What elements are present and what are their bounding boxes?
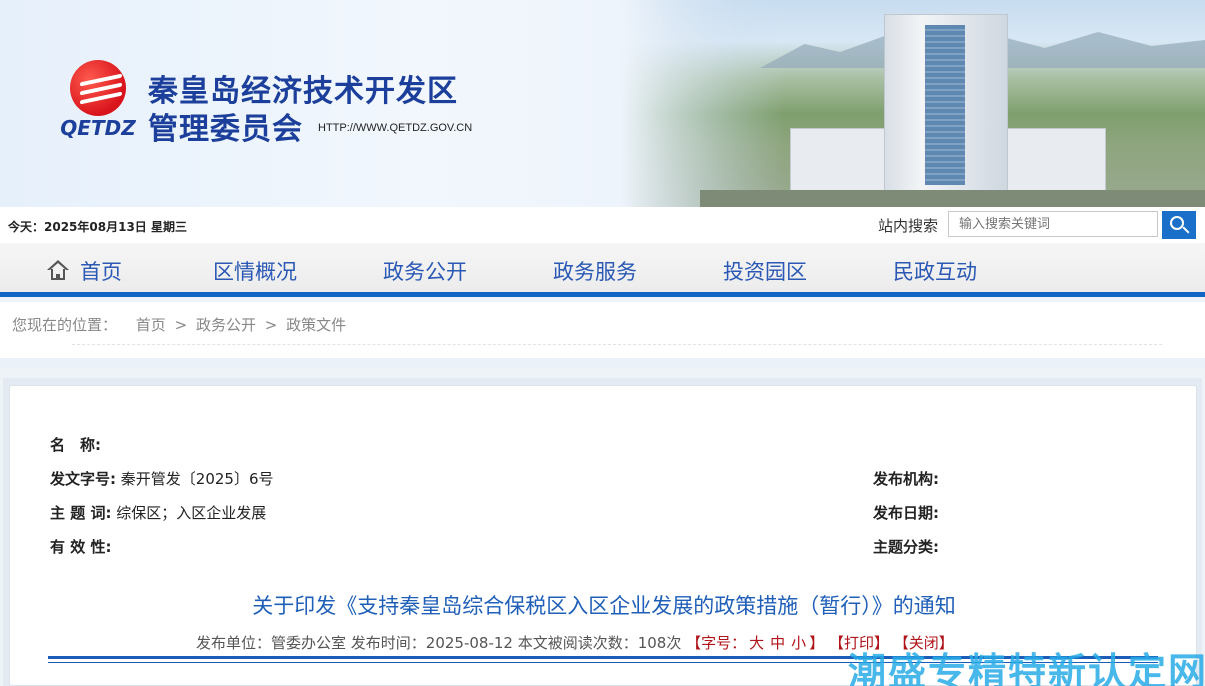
meta-validity-label: 有 效 性: — [50, 538, 112, 556]
search-label: 站内搜索 — [878, 217, 939, 235]
meta-validity: 有 效 性: — [50, 536, 111, 557]
nav-item-gov-services[interactable]: 政务服务 — [553, 256, 637, 286]
font-size-label: 【字号： — [686, 634, 747, 652]
font-size-small[interactable]: 小 — [791, 634, 806, 652]
home-icon[interactable] — [47, 260, 69, 280]
font-size-close: 】 — [809, 634, 825, 652]
meta-docno-label: 发文字号: — [50, 470, 116, 488]
breadcrumb-divider — [72, 344, 1162, 345]
section-gap — [0, 358, 1205, 368]
publish-meta: 发布单位：管委办公室 发布时间：2025-08-12 本文被阅读次数：108次 — [196, 634, 682, 652]
breadcrumb-separator: > — [264, 316, 278, 334]
meta-name: 名 称: — [50, 434, 101, 455]
font-size-large[interactable]: 大 — [749, 634, 764, 652]
meta-date-label: 发布日期: — [873, 504, 939, 522]
nav-item-investment[interactable]: 投资园区 — [723, 256, 807, 286]
meta-keywords-label: 主 题 词: — [50, 504, 112, 522]
site-url: HTTP://WWW.QETDZ.GOV.CN — [318, 122, 473, 134]
nav-item-interaction[interactable]: 民政互动 — [893, 256, 977, 286]
building-tower — [884, 14, 1008, 194]
meta-name-label: 名 称: — [50, 436, 101, 454]
meta-agency-label: 发布机构: — [873, 470, 939, 488]
content-area: 名 称: 发文字号: 秦开管发〔2025〕6号 主 题 词: 综保区；入区企业发… — [3, 378, 1202, 686]
document-title: 关于印发《支持秦皇岛综合保税区入区企业发展的政策措施（暂行）》的通知 — [252, 594, 956, 618]
search-input[interactable] — [948, 211, 1158, 237]
breadcrumb-lead: 您现在的位置： — [12, 316, 118, 334]
header-banner: QETDZ 秦皇岛经济技术开发区 管理委员会 HTTP://WWW.QETDZ.… — [0, 0, 1205, 207]
building-wing-right — [1006, 128, 1106, 194]
meta-category-label: 主题分类: — [873, 538, 939, 556]
breadcrumb-bar: 您现在的位置： 首页 > 政务公开 > 政策文件 — [0, 302, 1205, 368]
breadcrumb: 您现在的位置： 首页 > 政务公开 > 政策文件 — [12, 314, 350, 335]
nav-item-home[interactable]: 首页 — [80, 256, 122, 286]
logo-text: QETDZ — [60, 116, 136, 140]
search-button[interactable] — [1162, 211, 1196, 239]
meta-category: 主题分类: — [873, 536, 939, 557]
nav-item-overview[interactable]: 区情概况 — [213, 256, 297, 286]
meta-docno-value: 秦开管发〔2025〕6号 — [120, 470, 274, 488]
info-bar: 今天：2025年08月13日 星期三 站内搜索 — [0, 207, 1205, 243]
publish-info: 发布单位：管委办公室 发布时间：2025-08-12 本文被阅读次数：108次 … — [196, 632, 954, 653]
building-wing-left — [790, 128, 890, 194]
main-nav: 首页 区情概况 政务公开 政务服务 投资园区 民政互动 — [0, 243, 1205, 297]
breadcrumb-policy-docs[interactable]: 政策文件 — [286, 316, 346, 334]
meta-date: 发布日期: — [873, 502, 939, 523]
font-size-medium[interactable]: 中 — [770, 634, 785, 652]
nav-item-gov-affairs[interactable]: 政务公开 — [383, 256, 467, 286]
breadcrumb-gov-affairs[interactable]: 政务公开 — [196, 316, 256, 334]
meta-docno: 发文字号: 秦开管发〔2025〕6号 — [50, 468, 274, 489]
meta-agency: 发布机构: — [873, 468, 939, 489]
watermark-text: 潮盛专精特新认定网 — [848, 650, 1205, 686]
breadcrumb-separator: > — [174, 316, 188, 334]
current-date: 今天：2025年08月13日 星期三 — [8, 220, 187, 234]
meta-keywords-value: 综保区；入区企业发展 — [116, 504, 267, 522]
site-logo[interactable]: QETDZ — [58, 60, 138, 144]
breadcrumb-home[interactable]: 首页 — [136, 316, 166, 334]
banner-ground — [700, 190, 1205, 207]
org-name-line2: 管理委员会 — [148, 112, 303, 147]
meta-keywords: 主 题 词: 综保区；入区企业发展 — [50, 502, 266, 523]
